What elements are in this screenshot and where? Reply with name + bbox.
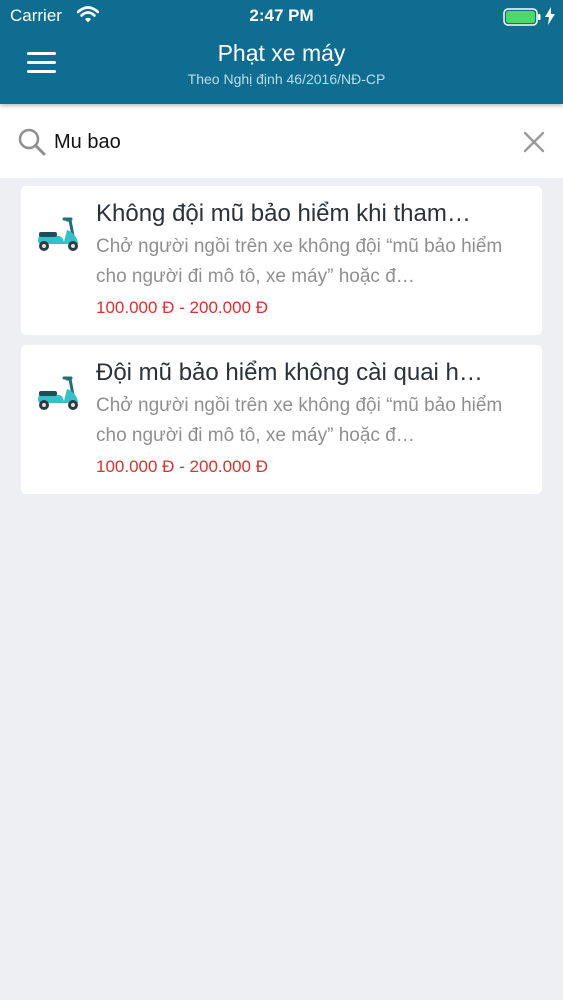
search-icon bbox=[17, 127, 47, 162]
result-title: Không đội mũ bảo hiểm khi tham… bbox=[96, 200, 471, 227]
battery-icon bbox=[503, 8, 541, 31]
status-time: 2:47 PM bbox=[249, 6, 314, 25]
app-header: Carrier 2:47 PM Phạt xe máy Theo Nghị đị… bbox=[0, 0, 563, 104]
result-description: Chở người ngồi trên xe không đội “mũ bảo… bbox=[96, 395, 503, 446]
charging-icon bbox=[545, 7, 555, 30]
result-title: Đội mũ bảo hiểm không cài quai h… bbox=[96, 359, 483, 386]
status-bar: Carrier 2:47 PM bbox=[0, 0, 563, 32]
search-input[interactable] bbox=[54, 128, 494, 156]
scooter-icon bbox=[33, 216, 83, 261]
page-title: Phạt xe máy bbox=[217, 40, 346, 66]
result-description: Chở người ngồi trên xe không đội “mũ bảo… bbox=[96, 236, 503, 287]
result-fine: 100.000 Đ - 200.000 Đ bbox=[96, 457, 269, 476]
clear-search-icon[interactable] bbox=[522, 130, 546, 159]
result-card[interactable]: Không đội mũ bảo hiểm khi tham… Chở ngườ… bbox=[21, 186, 542, 335]
result-fine: 100.000 Đ - 200.000 Đ bbox=[96, 298, 269, 317]
result-card[interactable]: Đội mũ bảo hiểm không cài quai h… Chở ng… bbox=[21, 345, 542, 494]
page-subtitle: Theo Nghị định 46/2016/NĐ-CP bbox=[187, 71, 386, 87]
scooter-icon bbox=[33, 375, 83, 420]
